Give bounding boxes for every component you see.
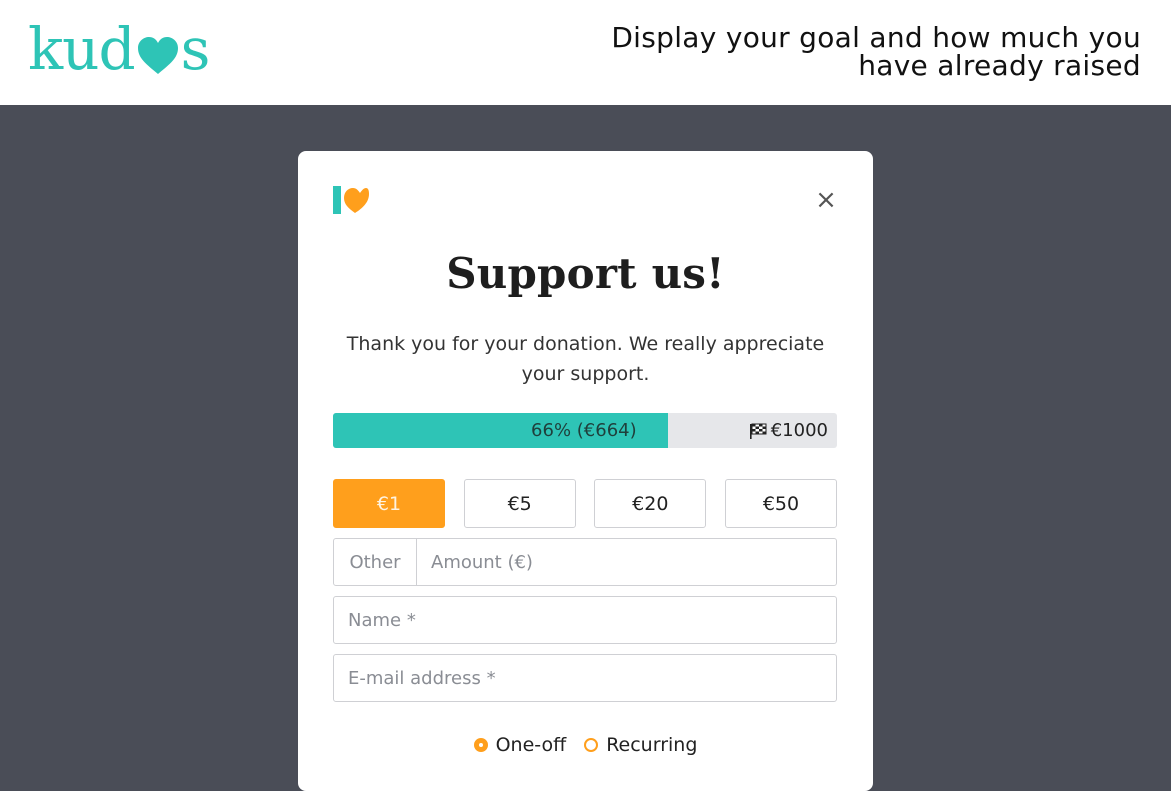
donation-modal: × Support us! Thank you for your donatio… bbox=[298, 151, 873, 791]
recurring-label: Recurring bbox=[606, 734, 698, 756]
progress-raised-label: 66% (€664) bbox=[531, 420, 637, 441]
modal-title: Support us! bbox=[446, 249, 725, 298]
amount-button-5[interactable]: €5 bbox=[463, 479, 576, 528]
amount-button-50[interactable]: €50 bbox=[724, 479, 837, 528]
progress-fill: 66% (€664) bbox=[333, 413, 668, 448]
modal-subtitle: Thank you for your donation. We really a… bbox=[346, 333, 825, 385]
other-label: Other bbox=[334, 539, 417, 585]
logo-text-prefix: kud bbox=[28, 15, 136, 83]
name-field bbox=[333, 596, 837, 644]
amount-options: €1 €5 €20 €50 bbox=[333, 479, 837, 528]
amount-button-1[interactable]: €1 bbox=[333, 479, 445, 528]
checkered-flag-icon bbox=[749, 423, 767, 439]
goal-progress-bar: 66% (€664) €1000 bbox=[333, 413, 837, 448]
goal-label: €1000 bbox=[770, 420, 828, 441]
frequency-options: One-off Recurring bbox=[298, 734, 873, 756]
one-off-radio[interactable]: One-off bbox=[473, 734, 567, 756]
email-field bbox=[333, 654, 837, 702]
close-button[interactable]: × bbox=[815, 187, 837, 213]
heart-icon bbox=[137, 37, 178, 74]
email-input[interactable] bbox=[334, 655, 836, 701]
name-input[interactable] bbox=[334, 597, 836, 643]
kudos-logo: kud s bbox=[28, 14, 211, 84]
recurring-radio[interactable]: Recurring bbox=[584, 734, 697, 756]
one-off-label: One-off bbox=[495, 734, 567, 756]
radio-checked-icon bbox=[473, 738, 488, 752]
feature-headline: Display your goal and how much you have … bbox=[611, 21, 1141, 82]
top-banner: kud s Display your goal and how much you… bbox=[0, 0, 1171, 105]
radio-unchecked-icon bbox=[584, 738, 599, 752]
kudos-k-icon bbox=[333, 186, 369, 214]
goal-amount: €1000 bbox=[749, 413, 828, 448]
logo-text-suffix: s bbox=[180, 15, 211, 83]
amount-button-20[interactable]: €20 bbox=[594, 479, 707, 528]
amount-input[interactable] bbox=[417, 539, 836, 585]
other-amount-field: Other bbox=[333, 538, 837, 586]
